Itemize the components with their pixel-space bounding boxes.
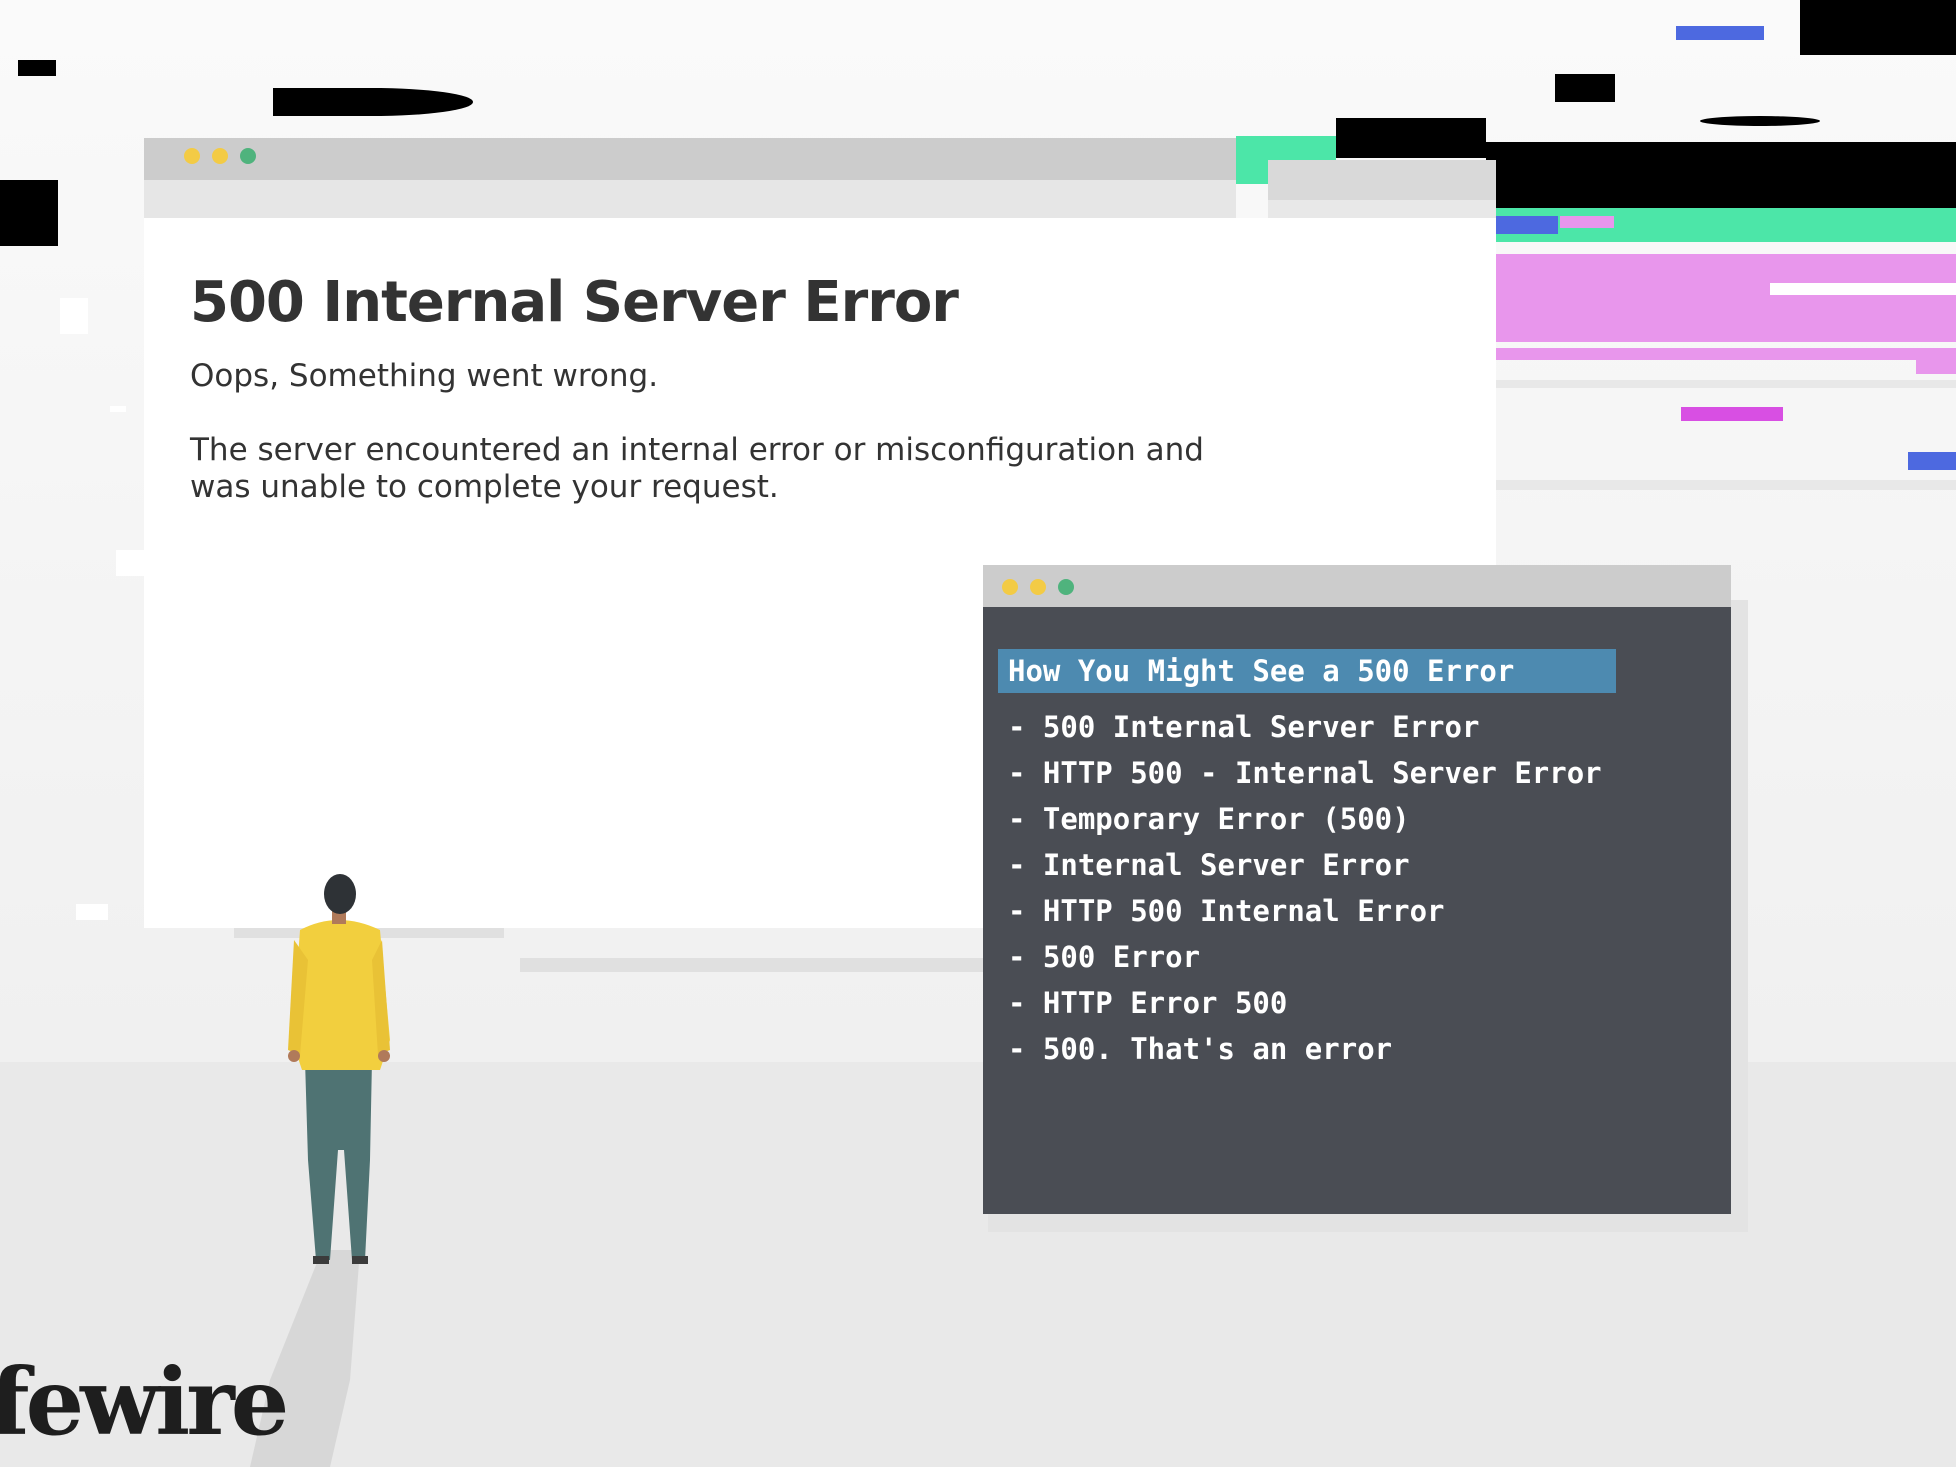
error-title: 500 Internal Server Error	[190, 270, 959, 335]
list-item: - 500 Error	[1008, 940, 1201, 974]
terminal-heading: How You Might See a 500 Error	[998, 649, 1616, 693]
list-item: - HTTP 500 Internal Error	[1008, 894, 1445, 928]
browser-toolbar	[144, 180, 1236, 218]
terminal-minimize-dot[interactable]	[1002, 579, 1018, 595]
brand-logo: fewire	[0, 1348, 289, 1456]
list-item: - Temporary Error (500)	[1008, 802, 1410, 836]
terminal-title-bar	[983, 565, 1731, 607]
list-item: - HTTP 500 - Internal Server Error	[1008, 756, 1602, 790]
terminal-error-list: - 500 Internal Server Error - HTTP 500 -…	[1008, 704, 1602, 1072]
list-item: - 500. That's an error	[1008, 1032, 1393, 1066]
list-item: - 500 Internal Server Error	[1008, 710, 1480, 744]
list-item: - Internal Server Error	[1008, 848, 1410, 882]
terminal-zoom-dot[interactable]	[1058, 579, 1074, 595]
error-subtitle: Oops, Something went wrong.	[190, 358, 659, 394]
list-item: - HTTP Error 500	[1008, 986, 1288, 1020]
browser-shadow-2	[520, 958, 990, 972]
browser-title-bar	[144, 138, 1236, 180]
terminal-maximize-dot[interactable]	[1030, 579, 1046, 595]
error-description: The server encountered an internal error…	[190, 432, 1204, 505]
window-zoom-dot[interactable]	[240, 148, 256, 164]
window-maximize-dot[interactable]	[212, 148, 228, 164]
window-minimize-dot[interactable]	[184, 148, 200, 164]
